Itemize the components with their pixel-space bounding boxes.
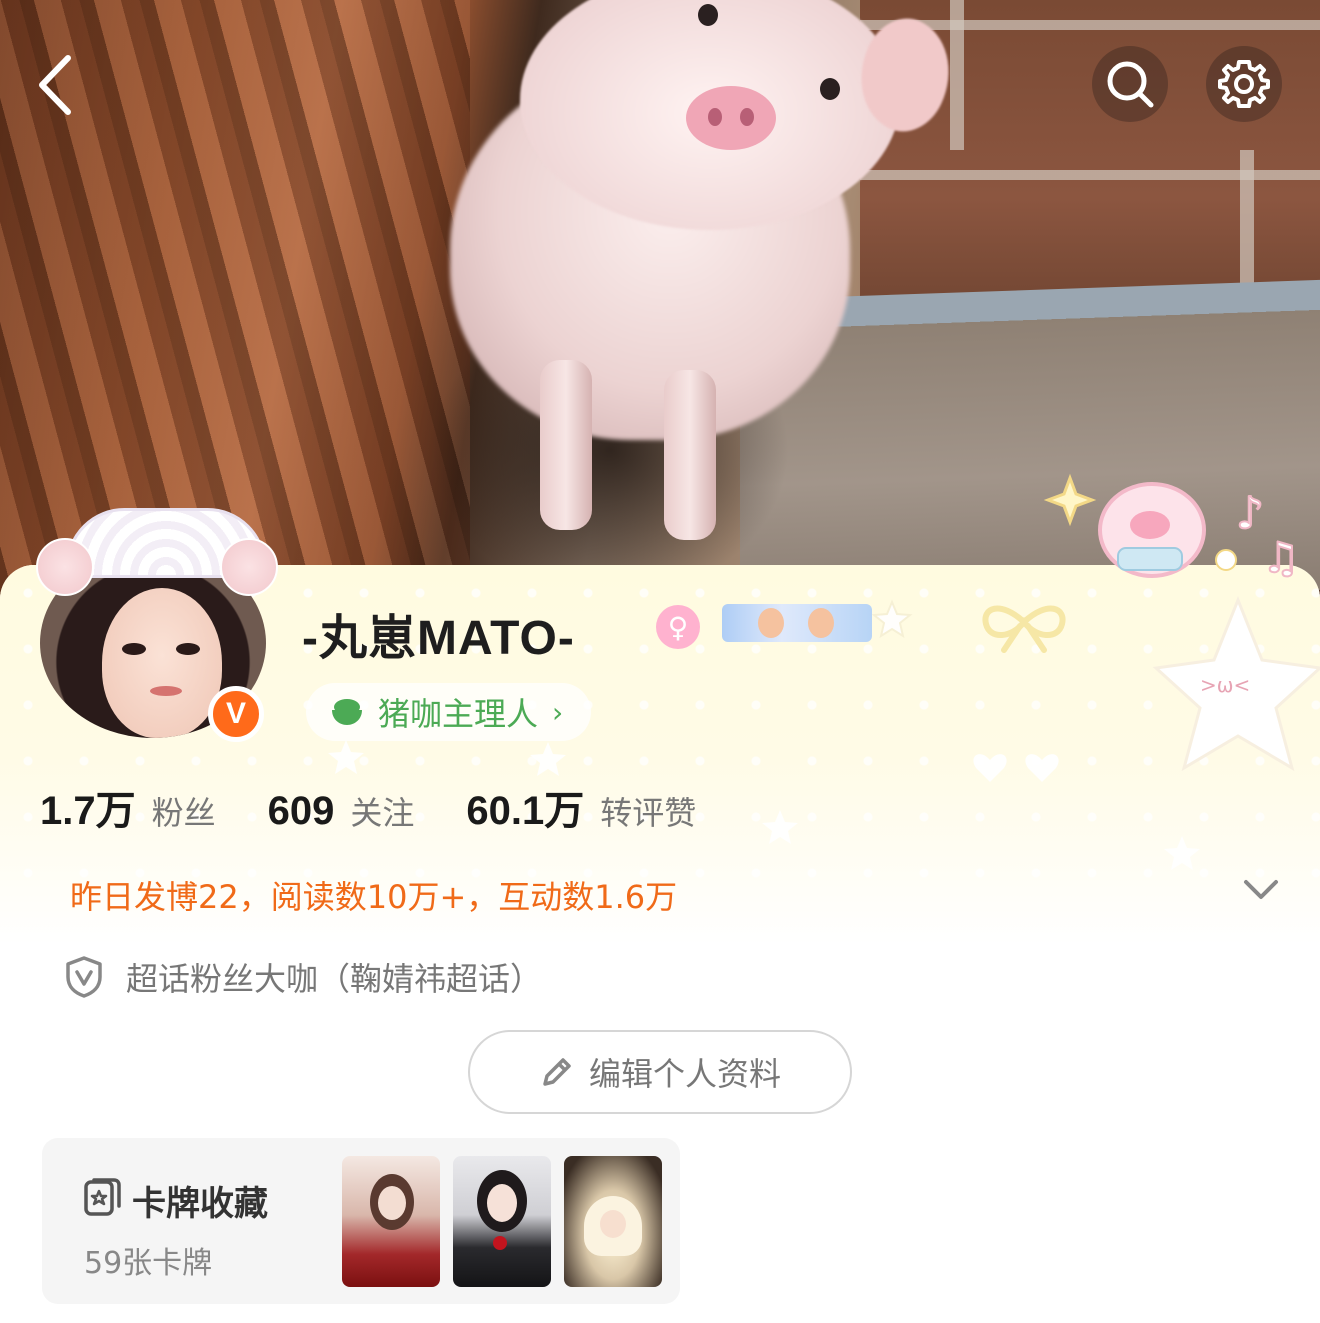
stat-followers[interactable]: 1.7万 粉丝 [40,778,216,836]
piglet-leg [664,370,716,540]
shield-v-icon [66,956,102,998]
piglet-leg [540,360,592,530]
edit-profile-label: 编辑个人资料 [588,1055,781,1093]
card-collection-title: 卡牌收藏 [132,1184,268,1224]
search-button[interactable] [1092,46,1168,122]
daily-summary[interactable]: 昨日发博22，阅读数10万+，互动数1.6万 [70,872,677,918]
chevron-left-icon [39,55,71,115]
chevron-right-icon: › [552,695,564,729]
profile-name: -丸崽MATO- [302,612,575,665]
superfan-label: 超话粉丝大咖（鞠婧祎超话） [126,960,543,998]
card-collection-count: 59张卡牌 [84,1246,213,1281]
gear-icon [1218,60,1270,108]
card-thumbnail[interactable] [453,1156,551,1287]
stat-interactions[interactable]: 60.1万 转评赞 [466,778,696,836]
expand-button[interactable] [1238,870,1284,910]
female-icon: ♀ [656,605,700,649]
piglet-eye [698,4,718,26]
settings-button[interactable] [1206,46,1282,122]
card-thumbnail[interactable] [564,1156,662,1287]
chevron-down-icon [1244,880,1278,899]
back-button[interactable] [30,50,90,120]
avatar[interactable]: V [36,508,278,748]
stat-value: 60.1万 [466,789,585,833]
edit-profile-button[interactable]: 编辑个人资料 [468,1030,852,1114]
verified-badge: V [208,686,264,742]
card-thumbnail[interactable] [342,1156,440,1287]
avatar-frame-puff [36,538,94,596]
stat-label: 关注 [350,794,415,832]
search-icon [1107,61,1154,108]
stat-value: 1.7万 [40,789,136,833]
piglet-eye [820,78,840,100]
rice-bowl-icon [332,699,362,725]
avatar-frame-puff [220,538,278,596]
pencil-icon [543,1058,571,1086]
identity-tag-label: 猪咖主理人 [378,695,539,733]
identity-tag[interactable]: 猪咖主理人 › [306,683,592,741]
stat-label: 转评赞 [600,794,697,832]
stat-value: 609 [267,789,335,833]
card-star-icon [84,1178,121,1216]
piglet-snout [686,86,776,150]
stats-row: 1.7万 粉丝 609 关注 60.1万 转评赞 [40,778,748,836]
decoration-badge[interactable] [722,604,872,642]
stat-following[interactable]: 609 关注 [268,788,415,834]
stat-label: 粉丝 [151,794,216,832]
superfan-row[interactable]: 超话粉丝大咖（鞠婧祎超话） [64,954,542,1000]
